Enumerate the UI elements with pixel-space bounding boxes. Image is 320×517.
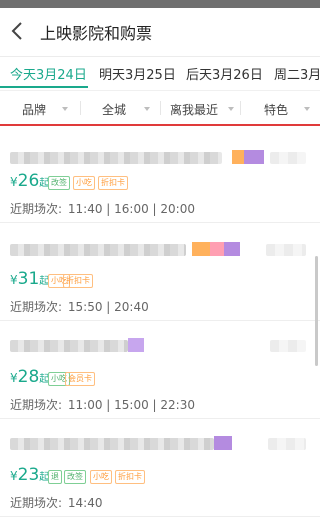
cinema-name-blurred [10,340,128,352]
showtimes-value: 14:40 [67,496,103,510]
feature-badge [192,242,210,256]
tag-change: 改签 [48,176,70,190]
cinema-card[interactable]: ¥23起 退 改签 小吃 折扣卡 近期场次: 14:40 [0,420,320,517]
tab-date-tuesday[interactable]: 周二3月 [274,64,320,83]
feature-badge [224,242,240,256]
showtimes-label: 近期场次: [10,398,63,412]
tag-snack: 小吃 [73,176,95,190]
showtimes-value: 15:50 | 20:40 [67,300,149,314]
divider [160,101,161,115]
price-value: 28 [17,367,40,387]
page-title: 上映影院和购票 [40,24,153,43]
price-currency: ¥ [10,371,18,385]
price-currency: ¥ [10,469,18,483]
filter-area[interactable]: 全城 [102,101,150,118]
divider [240,101,241,115]
chevron-down-icon [304,107,310,111]
filter-brand-label: 品牌 [22,103,47,117]
filter-sort-label: 离我最近 [170,103,219,117]
distance-blurred [266,244,306,256]
price: ¥26起 [10,171,49,191]
showtimes-value: 11:00 | 15:00 | 22:30 [67,398,195,412]
chevron-down-icon [228,107,234,111]
price: ¥28起 [10,367,49,387]
distance-blurred [270,152,306,164]
date-tabs: 今天3月24日 明天3月25日 后天3月26日 周二3月 [0,57,320,89]
price-currency: ¥ [10,273,18,287]
feature-badge [214,436,232,450]
feature-badge [232,150,244,164]
back-arrow-icon[interactable] [7,21,27,41]
distance-blurred [270,340,306,352]
cinema-name-blurred [10,152,222,164]
showtimes-label: 近期场次: [10,202,63,216]
cinema-card[interactable]: ¥31起 小吃 折扣卡 近期场次: 15:50 | 20:40 [0,224,320,321]
showtimes-label: 近期场次: [10,496,63,510]
price-value: 23 [17,465,40,485]
divider [80,101,81,115]
price-currency: ¥ [10,175,18,189]
tag-discount-card: 折扣卡 [115,470,145,484]
showtimes: 近期场次: 15:50 | 20:40 [10,298,149,315]
cinema-card[interactable]: ¥26起 改签 小吃 折扣卡 近期场次: 11:40 | 16:00 | 20:… [0,126,320,223]
feature-badge [210,242,224,256]
filter-feature[interactable]: 特色 [264,101,310,118]
tab-date-today[interactable]: 今天3月24日 [10,64,87,83]
showtimes-value: 11:40 | 16:00 | 20:00 [67,202,195,216]
showtimes: 近期场次: 11:40 | 16:00 | 20:00 [10,200,195,217]
price-value: 26 [17,171,40,191]
price: ¥23起 [10,465,49,485]
title-bar: 上映影院和购票 [0,8,320,57]
cinema-list: ¥26起 改签 小吃 折扣卡 近期场次: 11:40 | 16:00 | 20:… [0,126,320,517]
showtimes: 近期场次: 14:40 [10,494,102,511]
filter-area-label: 全城 [102,103,127,117]
tag-refund: 退 [48,470,62,484]
chevron-down-icon [144,107,150,111]
chevron-down-icon [62,107,68,111]
tag-discount-card: 折扣卡 [98,176,128,190]
filter-brand[interactable]: 品牌 [22,101,68,118]
tab-date-day-after[interactable]: 后天3月26日 [186,64,263,83]
scrollbar[interactable] [315,256,318,366]
tag-change: 改签 [64,470,86,484]
filter-feature-label: 特色 [264,103,289,117]
tab-date-tomorrow[interactable]: 明天3月25日 [99,64,176,83]
filter-sort[interactable]: 离我最近 [170,101,234,118]
tag-snack: 小吃 [90,470,112,484]
cinema-card[interactable]: ¥28起 小吃 会员卡 近期场次: 11:00 | 15:00 | 22:30 [0,322,320,419]
filter-bar: 品牌 全城 离我最近 特色 [0,90,320,125]
showtimes: 近期场次: 11:00 | 15:00 | 22:30 [10,396,195,413]
tag-discount-card: 折扣卡 [63,274,93,288]
feature-badge [128,338,144,352]
cinema-name-blurred [10,438,214,450]
showtimes-label: 近期场次: [10,300,63,314]
status-bar [0,0,320,8]
tag-member-card: 会员卡 [65,372,95,386]
price: ¥31起 [10,269,49,289]
active-tab-indicator [0,86,88,88]
feature-badge [244,150,264,164]
cinema-name-blurred [10,244,186,256]
price-value: 31 [17,269,40,289]
distance-blurred [268,438,306,450]
